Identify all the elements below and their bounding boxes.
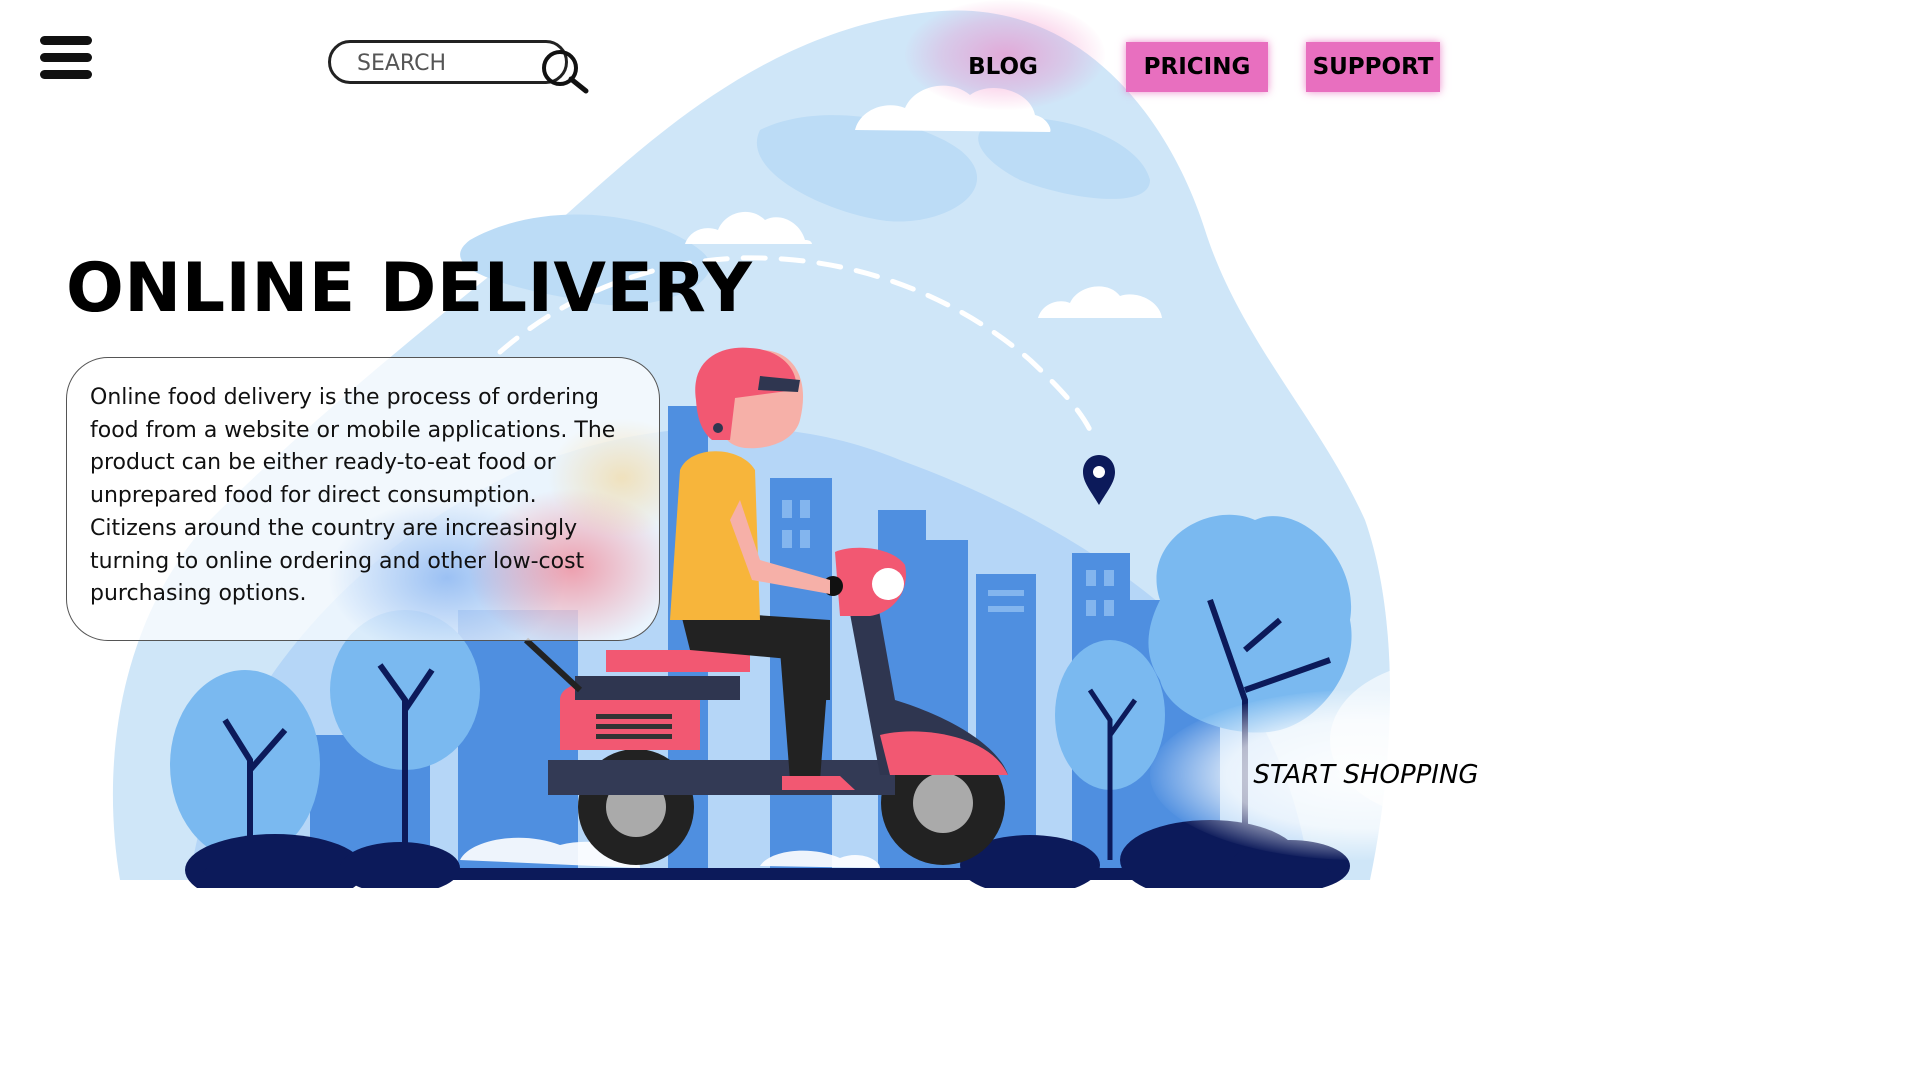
start-shopping-button[interactable]: START SHOPPING [1236,752,1496,798]
description-text: Online food delivery is the process of o… [90,385,616,607]
hamburger-menu-icon [40,36,92,45]
nav-support-button[interactable]: SUPPORT [1306,42,1440,92]
search-input[interactable] [357,49,537,77]
search-bar[interactable] [328,40,568,84]
description-card: Online food delivery is the process of o… [66,357,660,641]
hamburger-menu-button[interactable] [40,36,92,84]
hero-title: ONLINE DELIVERY [66,249,753,328]
nav-pricing-button[interactable]: PRICING [1126,42,1268,92]
search-icon[interactable] [538,46,592,94]
nav-blog[interactable]: BLOG [940,42,1066,92]
